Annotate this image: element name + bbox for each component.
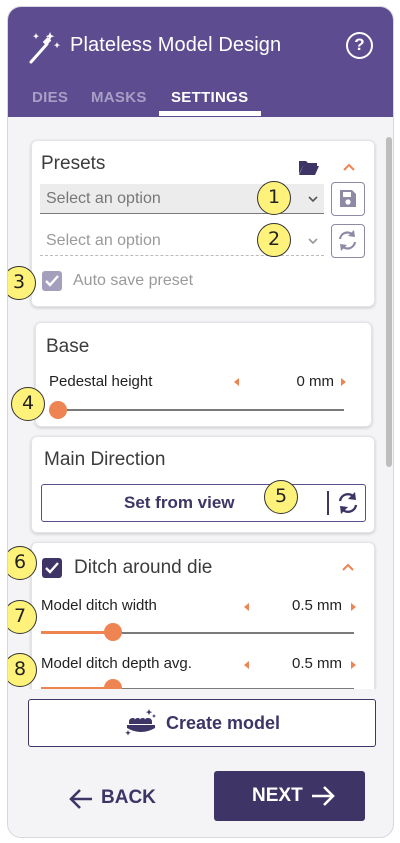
- main-direction-title: Main Direction: [44, 449, 166, 470]
- badge-5: 5: [264, 480, 298, 514]
- preset-select-secondary-placeholder: Select an option: [46, 232, 161, 249]
- checkmark-icon: [45, 562, 59, 574]
- badge-4: 4: [11, 387, 45, 421]
- auto-save-label: Auto save preset: [73, 272, 194, 289]
- dental-model-icon: [125, 709, 156, 736]
- arrow-left-icon: [69, 789, 92, 809]
- decrease-arrow-icon[interactable]: [244, 661, 249, 669]
- checkmark-icon: [45, 275, 59, 287]
- arrow-right-icon: [312, 786, 335, 806]
- badge-2: 2: [257, 223, 291, 257]
- decrease-arrow-icon[interactable]: [234, 378, 239, 386]
- tab-bar: DIES MASKS SETTINGS: [8, 85, 393, 117]
- base-card: Base Pedestal height 0 mm: [35, 322, 372, 427]
- ditch-checkbox[interactable]: [42, 558, 62, 578]
- increase-arrow-icon[interactable]: [351, 661, 356, 669]
- main-direction-card: Main Direction Set from view: [31, 436, 375, 533]
- presets-card: Presets Select an option Select an optio…: [31, 140, 375, 307]
- ditch-width-value[interactable]: 0.5 mm: [258, 597, 342, 614]
- ditch-depth-thumb[interactable]: [103, 679, 122, 689]
- tab-settings[interactable]: SETTINGS: [171, 89, 248, 106]
- collapse-caret-icon[interactable]: [341, 562, 355, 572]
- magic-wand-icon: [29, 32, 61, 64]
- tab-dies[interactable]: DIES: [32, 89, 68, 106]
- preset-select-placeholder: Select an option: [46, 190, 161, 207]
- increase-arrow-icon[interactable]: [351, 603, 356, 611]
- back-label: BACK: [101, 787, 156, 808]
- pedestal-height-value[interactable]: 0 mm: [250, 373, 334, 390]
- refresh-icon: [338, 492, 358, 514]
- scrollbar[interactable]: [386, 137, 392, 467]
- next-button[interactable]: NEXT: [214, 771, 365, 821]
- set-from-view-label: Set from view: [124, 493, 235, 512]
- panel-title: Plateless Model Design: [70, 34, 282, 56]
- badge-1: 1: [257, 181, 291, 215]
- chevron-down-icon: [308, 196, 318, 203]
- next-label: NEXT: [252, 785, 303, 806]
- panel-header: Plateless Model Design ? DIES MASKS SETT…: [8, 7, 393, 117]
- auto-save-checkbox[interactable]: [42, 271, 62, 291]
- ditch-width-thumb[interactable]: [103, 623, 122, 641]
- settings-content: Presets Select an option Select an optio…: [8, 117, 393, 689]
- save-preset-button[interactable]: [331, 182, 365, 216]
- reload-preset-button[interactable]: [331, 224, 365, 258]
- decrease-arrow-icon[interactable]: [244, 603, 249, 611]
- presets-title: Presets: [41, 153, 106, 174]
- collapse-caret-icon[interactable]: [342, 162, 356, 172]
- ditch-depth-label: Model ditch depth avg.: [41, 655, 192, 672]
- base-title: Base: [46, 336, 90, 357]
- ditch-depth-value[interactable]: 0.5 mm: [258, 655, 342, 672]
- chevron-down-icon: [308, 238, 318, 245]
- plateless-model-design-panel: Plateless Model Design ? DIES MASKS SETT…: [7, 6, 394, 838]
- create-model-label: Create model: [166, 713, 281, 733]
- pedestal-height-track[interactable]: [58, 409, 344, 411]
- create-model-button[interactable]: Create model: [28, 699, 376, 747]
- ditch-depth-fill: [41, 687, 113, 689]
- folder-open-icon[interactable]: [298, 159, 320, 176]
- help-icon[interactable]: ?: [346, 32, 373, 59]
- ditch-title: Ditch around die: [74, 557, 213, 578]
- pedestal-height-thumb[interactable]: [49, 401, 67, 419]
- active-tab-indicator: [159, 111, 261, 116]
- refresh-icon: [338, 230, 357, 251]
- ditch-width-label: Model ditch width: [41, 597, 157, 614]
- tab-masks[interactable]: MASKS: [91, 89, 147, 106]
- save-icon: [340, 190, 356, 207]
- set-from-view-button[interactable]: Set from view: [41, 484, 366, 522]
- pedestal-height-label: Pedestal height: [49, 373, 153, 390]
- button-divider: [327, 491, 329, 515]
- ditch-width-fill: [41, 631, 113, 634]
- ditch-card: Ditch around die Model ditch width 0.5 m…: [31, 542, 375, 689]
- increase-arrow-icon[interactable]: [341, 378, 346, 386]
